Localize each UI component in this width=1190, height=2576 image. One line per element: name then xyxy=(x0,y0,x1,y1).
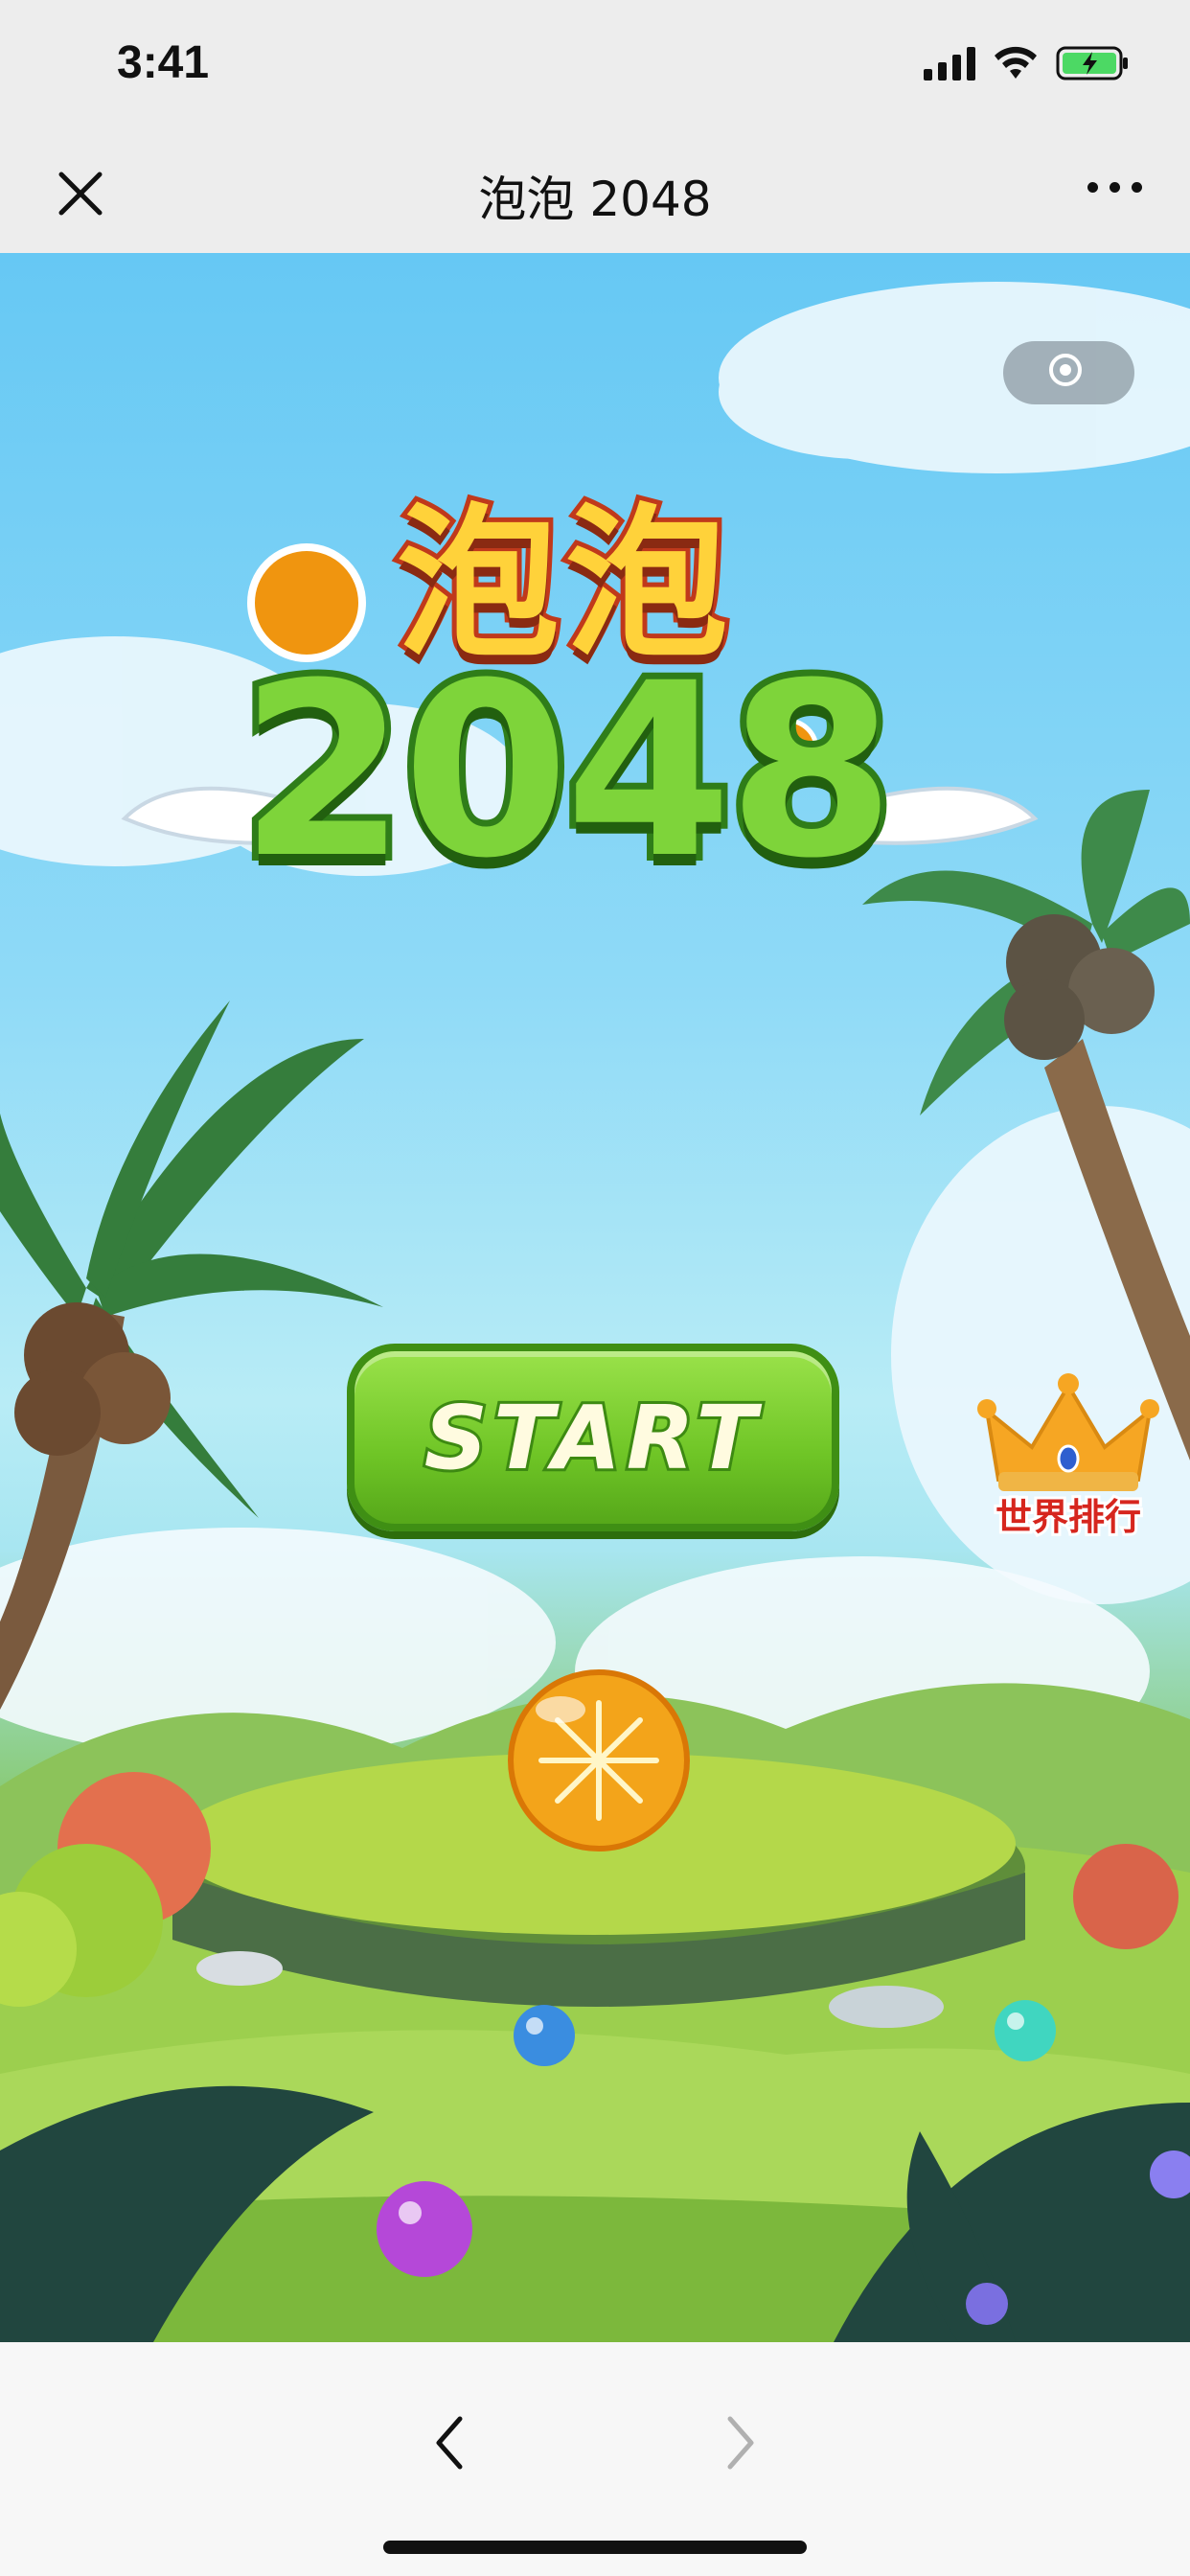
home-indicator[interactable] xyxy=(383,2541,807,2554)
status-icons xyxy=(924,44,1131,82)
bottom-toolbar xyxy=(0,2342,1190,2576)
logo-title-number: 2048 xyxy=(233,625,902,917)
page-title: 泡泡 2048 xyxy=(478,172,712,227)
battery-charging-icon xyxy=(1056,46,1128,80)
chevron-left-icon[interactable] xyxy=(422,2409,479,2476)
cellular-signal-icon xyxy=(924,46,975,80)
more-icon[interactable] xyxy=(1087,182,1142,193)
crown-icon xyxy=(977,1373,1159,1491)
start-button[interactable]: START xyxy=(347,1344,839,1531)
status-time: 3:41 xyxy=(117,37,210,88)
status-bar: 3:41 xyxy=(0,0,1190,134)
chevron-right-icon[interactable] xyxy=(711,2409,768,2476)
leaderboard-button[interactable]: 世界排行 xyxy=(970,1372,1167,1541)
record-button[interactable] xyxy=(1003,341,1134,404)
leaderboard-label: 世界排行 xyxy=(993,1493,1144,1541)
start-button-label: START xyxy=(422,1384,763,1492)
wifi-icon xyxy=(995,46,1037,79)
nav-bar: 泡泡 2048 xyxy=(0,134,1190,253)
game-canvas[interactable]: 泡泡 2048 START 世界排行 xyxy=(0,253,1190,2342)
